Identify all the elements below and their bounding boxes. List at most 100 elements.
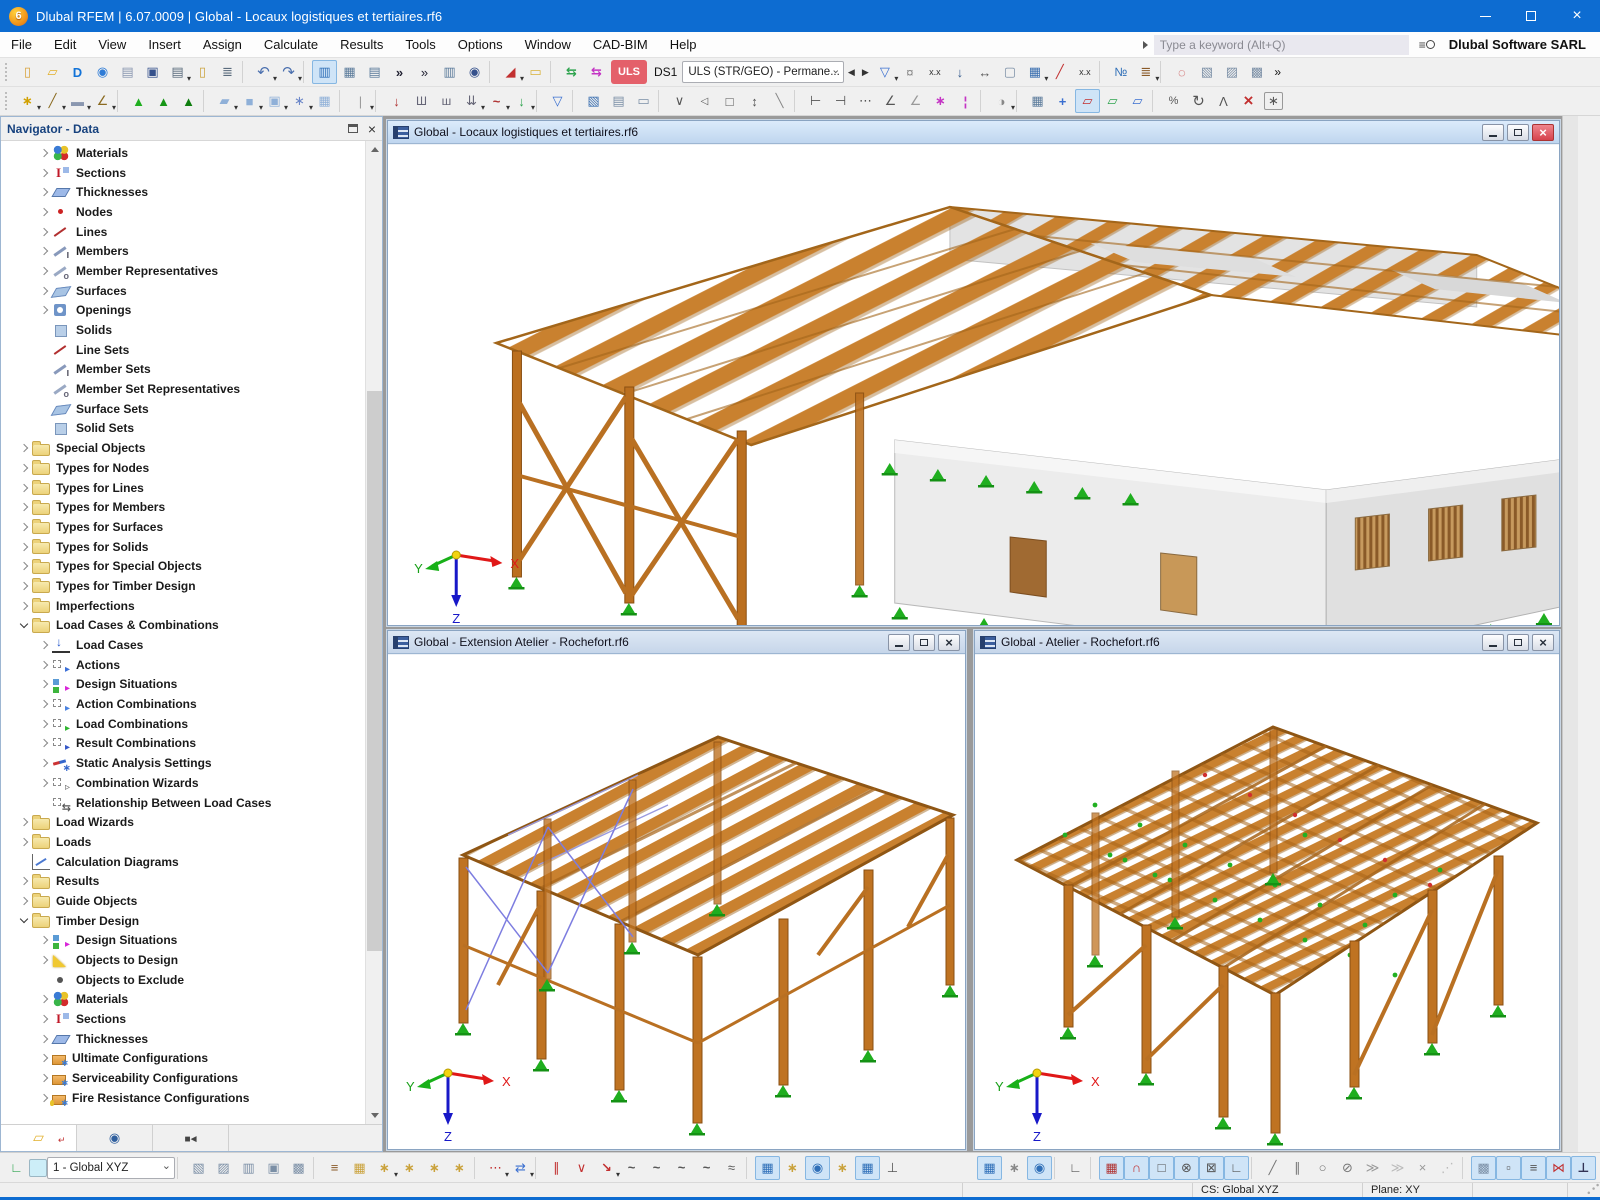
nodal-load-icon[interactable] [384, 89, 409, 113]
perp-icon[interactable] [880, 1156, 905, 1180]
snap-points-icon[interactable] [977, 1156, 1002, 1180]
imperfection-icon[interactable] [484, 89, 509, 113]
curve-1-icon[interactable] [619, 1156, 644, 1180]
tree-item[interactable]: Objects to Exclude [1, 970, 365, 990]
tree-item[interactable]: Materials [1, 990, 365, 1010]
circle-cross-icon[interactable] [1174, 1156, 1199, 1180]
joint-icon[interactable] [1546, 1156, 1571, 1180]
undo-icon[interactable] [251, 60, 276, 84]
tree-item[interactable]: Design Situations [1, 675, 365, 695]
box-star-icon[interactable] [186, 1156, 211, 1180]
dlubal-connect-icon[interactable] [65, 60, 90, 84]
solid-icon[interactable] [237, 89, 262, 113]
box-side-icon[interactable] [236, 1156, 261, 1180]
curve-3-icon[interactable] [669, 1156, 694, 1180]
scroll-down-icon[interactable] [366, 1107, 382, 1124]
expand-chevron-icon[interactable] [35, 780, 52, 786]
needle-icon[interactable] [348, 89, 373, 113]
print-icon[interactable] [165, 60, 190, 84]
protractor-icon[interactable] [989, 89, 1014, 113]
section-arrow-icon[interactable] [1047, 60, 1072, 84]
lines-vert-icon[interactable] [544, 1156, 569, 1180]
angle-l-icon[interactable] [1224, 1156, 1249, 1180]
tree-item[interactable]: Openings [1, 301, 365, 321]
grid-table-icon[interactable] [1025, 89, 1050, 113]
expand-chevron-icon[interactable] [35, 307, 52, 313]
view-cube-icon[interactable] [717, 89, 742, 113]
dim-offset-icon[interactable] [828, 89, 853, 113]
tree-item[interactable]: Surface Sets [1, 399, 365, 419]
hatch-a-icon[interactable] [1360, 1156, 1385, 1180]
expand-chevron-icon[interactable] [15, 819, 32, 825]
wand-icon[interactable] [928, 89, 953, 113]
work-plane-icon[interactable] [498, 60, 523, 84]
tree-item[interactable]: Types for Surfaces [1, 517, 365, 537]
tree-item[interactable]: Relationship Between Load Cases [1, 793, 365, 813]
tree-item[interactable]: Serviceability Configurations [1, 1068, 365, 1088]
expand-chevron-icon[interactable] [15, 878, 32, 884]
navigator-header[interactable]: Navigator - Data × [1, 117, 382, 141]
tree-item[interactable]: Thicknesses [1, 1029, 365, 1049]
tree-item[interactable]: Line Sets [1, 340, 365, 360]
animation-icon[interactable] [631, 89, 656, 113]
tree-item[interactable]: Types for Members [1, 497, 365, 517]
navigator-panel-icon[interactable] [312, 60, 337, 84]
app-maximize-button[interactable] [1508, 0, 1554, 32]
plane-yz-icon[interactable] [1125, 89, 1150, 113]
viewport-minimize-button[interactable] [1482, 124, 1504, 141]
results-table-icon[interactable] [437, 60, 462, 84]
tree-item[interactable]: Member Set Representatives [1, 379, 365, 399]
menu-item[interactable]: Help [659, 32, 708, 58]
expand-chevron-icon[interactable] [35, 1055, 52, 1061]
expand-chevron-icon[interactable] [15, 544, 32, 550]
next-icon[interactable] [858, 60, 872, 84]
support-assistant-icon[interactable] [462, 60, 487, 84]
tree-item[interactable]: Results [1, 871, 365, 891]
tree-item[interactable]: Solid Sets [1, 419, 365, 439]
tree-item[interactable]: Load Wizards [1, 812, 365, 832]
hatch-b-icon[interactable] [1385, 1156, 1410, 1180]
keyword-search-input[interactable]: Type a keyword (Alt+Q) [1154, 35, 1409, 55]
viewport-3d-canvas-main[interactable]: X Y Z [388, 144, 1559, 625]
scrollbar-thumb[interactable] [367, 391, 382, 951]
menu-item[interactable]: Assign [192, 32, 253, 58]
view-box-3-icon[interactable] [1244, 60, 1269, 84]
viewport-close-button[interactable]: × [938, 634, 960, 651]
notes-icon[interactable] [523, 60, 548, 84]
expand-chevron-icon[interactable] [35, 760, 52, 766]
expand-chevron-icon[interactable] [15, 898, 32, 904]
visibility-box-icon[interactable] [997, 60, 1022, 84]
tree-item[interactable]: Types for Solids [1, 537, 365, 557]
app-close-button[interactable]: × [1554, 0, 1600, 32]
curve-x-icon[interactable] [719, 1156, 744, 1180]
star-plan-icon[interactable] [422, 1156, 447, 1180]
tree-item[interactable]: Result Combinations [1, 734, 365, 754]
quantities-icon[interactable] [1133, 60, 1158, 84]
menu-item[interactable]: Options [447, 32, 514, 58]
notch-icon[interactable] [667, 89, 692, 113]
tree-item[interactable]: Types for Timber Design [1, 576, 365, 596]
tree-item[interactable]: Members [1, 241, 365, 261]
fill-grid-icon[interactable] [1471, 1156, 1496, 1180]
vis-grid-icon[interactable] [755, 1156, 780, 1180]
expand-chevron-icon[interactable] [35, 288, 52, 294]
curve-4-icon[interactable] [694, 1156, 719, 1180]
tree-item[interactable]: Solids [1, 320, 365, 340]
viewport-restore-button[interactable] [1507, 124, 1529, 141]
guide-pin-icon[interactable] [897, 60, 922, 84]
expand-chevron-icon[interactable] [15, 485, 32, 491]
tab-data[interactable] [1, 1125, 77, 1151]
generated-load-icon[interactable] [509, 89, 534, 113]
grid-snap-icon[interactable] [1099, 1156, 1124, 1180]
search-icon[interactable] [1419, 38, 1435, 52]
tab-camera[interactable] [153, 1125, 229, 1151]
clipping-plane-icon[interactable] [606, 89, 631, 113]
tree-item[interactable]: Design Situations [1, 931, 365, 951]
expand-chevron-icon[interactable] [15, 583, 32, 589]
menu-item[interactable]: CAD-BIM [582, 32, 659, 58]
manage-models-icon[interactable] [115, 60, 140, 84]
tree-item[interactable]: Calculation Diagrams [1, 852, 365, 872]
opening-icon[interactable] [262, 89, 287, 113]
tree-item[interactable]: Lines [1, 222, 365, 242]
viewport-titlebar[interactable]: Global - Atelier - Rochefort.rf6 × [975, 631, 1559, 654]
